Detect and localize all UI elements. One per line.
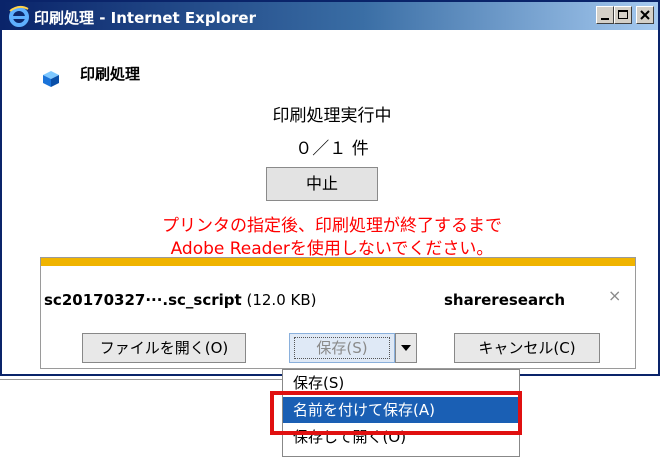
warning-line-2: Adobe Readerを使用しないでください。 — [170, 239, 494, 259]
notification-accent-bar — [41, 258, 635, 266]
save-options-dropdown[interactable] — [395, 333, 417, 363]
status-running: 印刷処理実行中 — [272, 106, 392, 126]
maximize-button[interactable] — [614, 6, 632, 24]
internet-explorer-icon — [9, 5, 29, 27]
page-header-label: 印刷処理 — [80, 65, 141, 83]
status-count: ０／１ 件 — [295, 139, 369, 159]
window-title: 印刷処理 - Internet Explorer — [34, 9, 256, 27]
maximize-icon — [618, 10, 628, 19]
focus-rectangle — [294, 337, 390, 359]
download-file-info: sc20170327···.sc_script (12.0 KB) — [44, 291, 316, 309]
open-file-button[interactable]: ファイルを開く(O) — [82, 333, 246, 363]
abort-button[interactable]: 中止 — [266, 167, 378, 201]
minimize-button[interactable] — [596, 6, 614, 24]
cancel-button[interactable]: キャンセル(C) — [454, 333, 600, 363]
download-close-icon[interactable]: × — [608, 286, 621, 305]
highlight-annotation-box — [270, 391, 522, 435]
close-icon — [640, 10, 650, 20]
download-size: (12.0 KB) — [246, 291, 317, 309]
download-filename: sc20170327···.sc_script — [44, 291, 242, 309]
save-button[interactable]: 保存(S) — [289, 333, 395, 363]
close-button[interactable] — [636, 6, 654, 24]
minimize-icon — [601, 18, 609, 20]
download-site: shareresearch — [444, 291, 566, 309]
cube-icon — [43, 71, 59, 87]
chevron-down-icon — [401, 345, 411, 351]
title-bar[interactable]: 印刷処理 - Internet Explorer — [2, 2, 658, 30]
warning-line-1: プリンタの指定後、印刷処理が終了するまで — [162, 216, 502, 236]
